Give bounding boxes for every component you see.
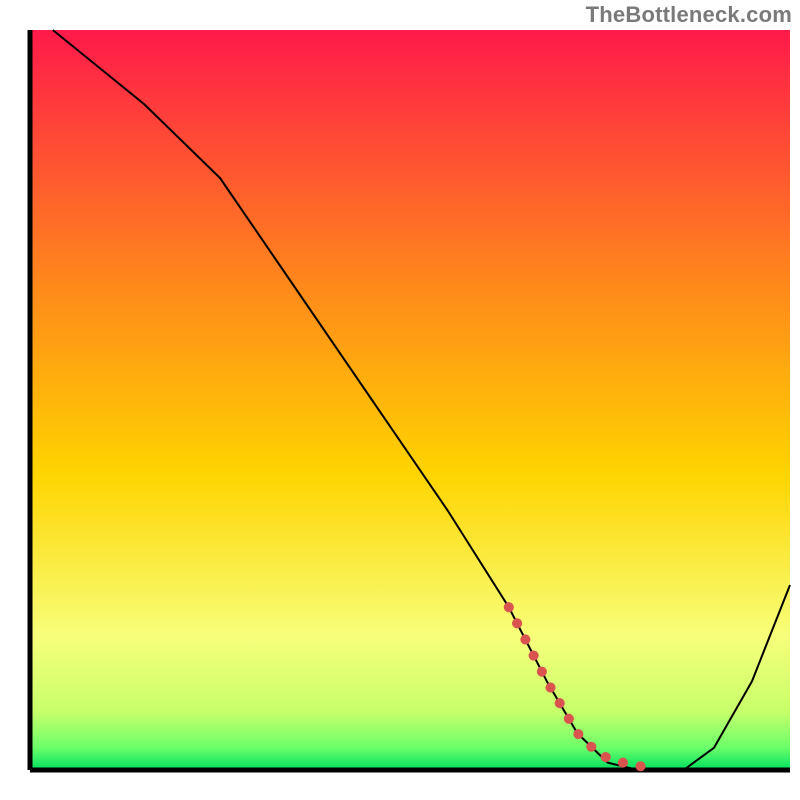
- gradient-background: [30, 30, 790, 770]
- bottleneck-chart-svg: [0, 0, 800, 800]
- watermark-text: TheBottleneck.com: [586, 2, 792, 28]
- chart-container: TheBottleneck.com: [0, 0, 800, 800]
